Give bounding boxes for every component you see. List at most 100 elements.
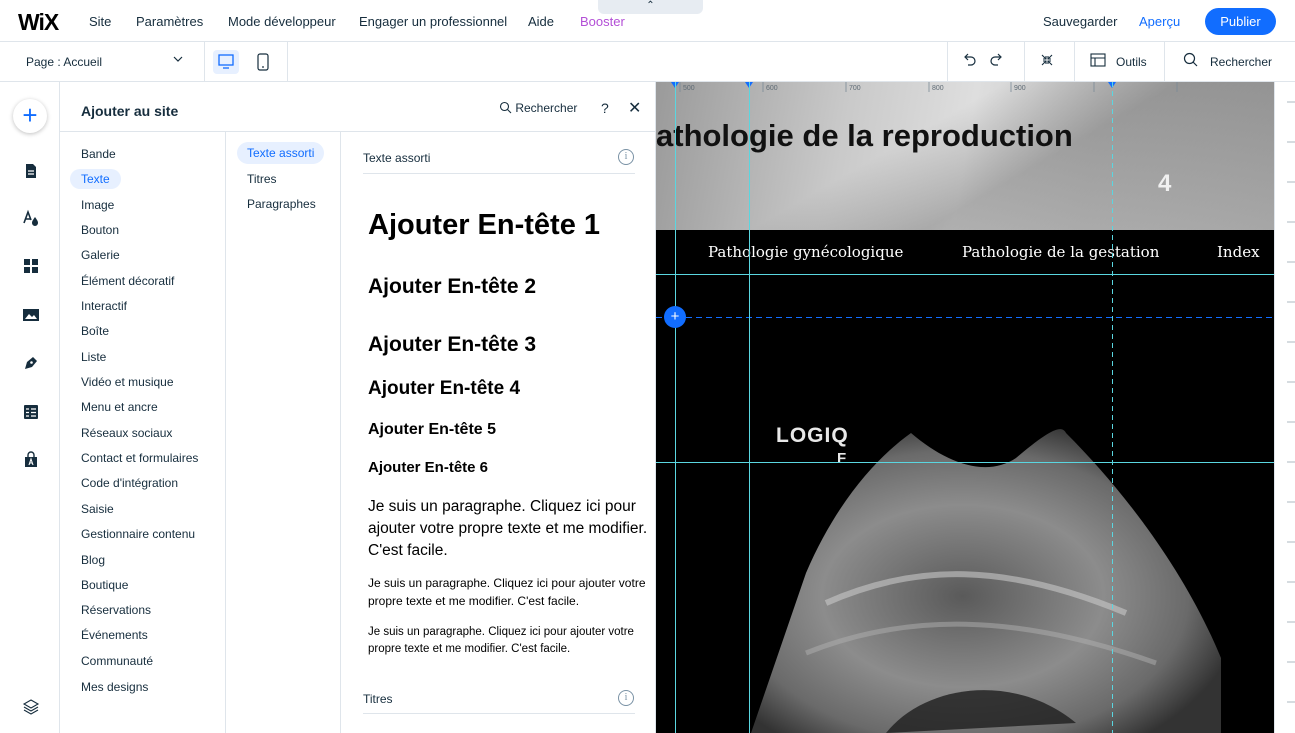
category-reseaux-sociaux[interactable]: Réseaux sociaux <box>81 426 172 440</box>
info-icon[interactable]: i <box>618 149 634 165</box>
category-decoratif[interactable]: Élément décoratif <box>81 274 174 288</box>
heading-3-preset[interactable]: Ajouter En-tête 3 <box>368 333 536 357</box>
ruler-label: 900 <box>1014 85 1026 92</box>
guide-line[interactable] <box>749 82 750 733</box>
menu-dev-mode[interactable]: Mode développeur <box>228 14 336 29</box>
mobile-view-button[interactable] <box>253 50 273 74</box>
redo-icon[interactable] <box>988 51 1006 74</box>
category-evenements[interactable]: Événements <box>81 628 148 642</box>
subcategory-list: Texte assorti Titres Paragraphes <box>226 132 341 733</box>
editor-toolbar: Page : Accueil Outils Rechercher <box>0 42 1295 82</box>
menu-site[interactable]: Site <box>89 14 111 29</box>
menu-booster[interactable]: Booster <box>580 14 625 29</box>
category-video-musique[interactable]: Vidéo et musique <box>81 375 174 389</box>
blog-icon[interactable] <box>22 354 40 372</box>
category-blog[interactable]: Blog <box>81 553 105 567</box>
hero-ultrasound-mark: 4 <box>1158 170 1172 197</box>
heading-6-preset[interactable]: Ajouter En-tête 6 <box>368 459 488 476</box>
close-icon[interactable]: ✕ <box>628 98 641 118</box>
ruler-label: 500 <box>683 85 695 92</box>
category-code[interactable]: Code d'intégration <box>81 476 178 490</box>
pages-icon[interactable] <box>22 162 40 180</box>
zoom-out-icon[interactable] <box>1038 51 1056 74</box>
guide-line[interactable] <box>1112 82 1113 733</box>
subcategory-texte-assorti[interactable]: Texte assorti <box>237 142 325 164</box>
paragraph-3-preset[interactable]: Je suis un paragraphe. Cliquez ici pour … <box>368 624 650 658</box>
guide-line[interactable] <box>675 82 676 733</box>
table-icon[interactable] <box>22 403 40 421</box>
toolbar-divider <box>1074 42 1075 82</box>
menu-hire-pro[interactable]: Engager un professionnel <box>359 14 507 29</box>
toolbar-divider <box>1024 42 1025 82</box>
panel-header: Ajouter au site Rechercher ? ✕ <box>60 86 656 132</box>
section-title-titres: Titres <box>363 692 393 706</box>
category-bouton[interactable]: Bouton <box>81 223 119 237</box>
category-interactif[interactable]: Interactif <box>81 299 127 313</box>
collapse-topbar-tab[interactable]: ⌃ <box>598 0 703 14</box>
app-market-icon[interactable] <box>22 451 40 469</box>
hero-title[interactable]: athologie de la reproduction <box>656 118 1073 154</box>
tools-icon[interactable] <box>1089 51 1107 74</box>
chevron-down-icon[interactable] <box>172 53 184 68</box>
category-texte[interactable]: Texte <box>70 169 121 189</box>
category-bande[interactable]: Bande <box>81 147 116 161</box>
search-label[interactable]: Rechercher <box>1210 55 1272 69</box>
preview-button[interactable]: Aperçu <box>1139 14 1180 29</box>
category-mes-designs[interactable]: Mes designs <box>81 680 148 694</box>
category-cms[interactable]: Gestionnaire contenu <box>81 527 195 541</box>
add-section-button[interactable]: + <box>664 306 686 328</box>
heading-1-preset[interactable]: Ajouter En-tête 1 <box>368 209 600 242</box>
search-icon[interactable] <box>1182 51 1200 74</box>
subcategory-paragraphes[interactable]: Paragraphes <box>247 197 316 211</box>
category-contact[interactable]: Contact et formulaires <box>81 451 198 465</box>
nav-link-gestation[interactable]: Pathologie de la gestation <box>962 243 1159 261</box>
layers-icon[interactable] <box>22 698 40 716</box>
category-boite[interactable]: Boîte <box>81 324 109 338</box>
category-image[interactable]: Image <box>81 198 114 212</box>
nav-link-gynecologique[interactable]: Pathologie gynécologique <box>708 243 903 261</box>
category-communaute[interactable]: Communauté <box>81 654 153 668</box>
category-menu-ancre[interactable]: Menu et ancre <box>81 400 158 414</box>
panel-search-button[interactable]: Rechercher <box>499 101 577 115</box>
heading-4-preset[interactable]: Ajouter En-tête 4 <box>368 378 520 400</box>
image-label-f: F <box>837 450 847 467</box>
section-divider <box>363 713 635 714</box>
section-divider <box>363 173 635 174</box>
category-boutique[interactable]: Boutique <box>81 578 128 592</box>
media-icon[interactable] <box>22 306 40 324</box>
category-saisie[interactable]: Saisie <box>81 502 114 516</box>
wix-logo[interactable]: WiX <box>18 9 59 36</box>
panel-title: Ajouter au site <box>81 103 179 119</box>
menu-settings[interactable]: Paramètres <box>136 14 203 29</box>
toolbar-divider <box>204 42 205 82</box>
nav-link-index[interactable]: Index <box>1217 243 1260 261</box>
subcategory-titres[interactable]: Titres <box>247 172 277 186</box>
save-button[interactable]: Sauvegarder <box>1043 14 1117 29</box>
editor-canvas[interactable]: athologie de la reproduction 4 500 600 7… <box>656 82 1295 733</box>
category-liste[interactable]: Liste <box>81 350 106 364</box>
category-galerie[interactable]: Galerie <box>81 248 120 262</box>
page-select[interactable]: Page : Accueil <box>26 55 102 69</box>
add-elements-button[interactable]: + <box>13 99 47 133</box>
desktop-icon <box>218 54 234 69</box>
left-rail: + <box>0 82 60 733</box>
apps-icon[interactable] <box>22 257 40 275</box>
heading-2-preset[interactable]: Ajouter En-tête 2 <box>368 275 536 299</box>
search-icon <box>499 101 512 114</box>
paragraph-2-preset[interactable]: Je suis un paragraphe. Cliquez ici pour … <box>368 574 650 610</box>
mobile-icon <box>257 53 269 71</box>
menu-help[interactable]: Aide <box>528 14 554 29</box>
desktop-view-button[interactable] <box>213 50 239 74</box>
heading-5-preset[interactable]: Ajouter En-tête 5 <box>368 421 496 439</box>
ruler-label: 800 <box>932 85 944 92</box>
publish-button[interactable]: Publier <box>1205 8 1276 35</box>
info-icon[interactable]: i <box>618 690 634 706</box>
tools-label[interactable]: Outils <box>1116 55 1147 69</box>
ruler-label: 600 <box>766 85 778 92</box>
toolbar-divider <box>287 42 288 82</box>
undo-icon[interactable] <box>960 51 978 74</box>
paragraph-1-preset[interactable]: Je suis un paragraphe. Cliquez ici pour … <box>368 496 650 562</box>
help-icon[interactable]: ? <box>601 100 609 116</box>
design-icon[interactable] <box>22 209 40 227</box>
category-reservations[interactable]: Réservations <box>81 603 151 617</box>
